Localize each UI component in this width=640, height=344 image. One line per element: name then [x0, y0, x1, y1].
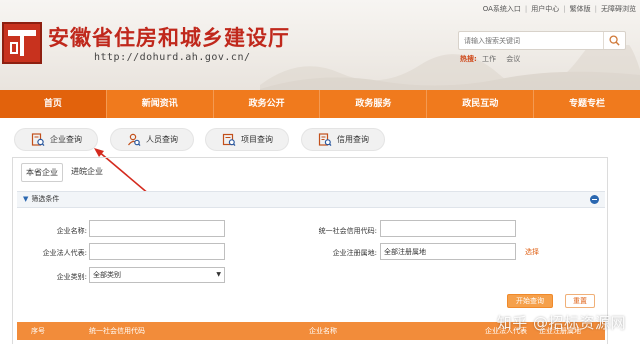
- hot-word[interactable]: 会议: [506, 55, 520, 63]
- collapse-icon[interactable]: [590, 195, 599, 204]
- filter-bar[interactable]: ▼ 筛选条件: [17, 191, 605, 208]
- tab-project-query[interactable]: 项目查询: [205, 128, 289, 151]
- top-links: OA系统入口 | 用户中心 | 繁体版 | 无障碍浏览: [482, 5, 636, 13]
- search-submit-button[interactable]: 开始查询: [507, 294, 553, 308]
- company-name-input[interactable]: [89, 220, 225, 237]
- select-location-link[interactable]: 选择: [525, 247, 539, 257]
- credit-search-icon: [318, 132, 332, 146]
- reset-button[interactable]: 重置: [565, 294, 595, 308]
- subtabs: 本省企业 进皖企业: [21, 163, 111, 182]
- search-box: [458, 31, 626, 50]
- col-credit-code: 统一社会信用代码: [89, 327, 145, 335]
- category-select[interactable]: 全部类别 ▼: [89, 267, 225, 283]
- col-index: 序号: [31, 327, 45, 335]
- tab-credit-query[interactable]: 信用查询: [301, 128, 385, 151]
- hot-word[interactable]: 工作: [482, 55, 496, 63]
- search-input[interactable]: [459, 32, 599, 49]
- search-button[interactable]: [603, 32, 625, 49]
- subtab-local-companies[interactable]: 本省企业: [21, 163, 63, 182]
- credit-code-label: 统一社会信用代码:: [318, 227, 377, 235]
- hot-searches: 热搜: 工作 会议: [460, 54, 528, 64]
- legal-rep-label: 企业法人代表:: [42, 249, 87, 257]
- nav-interaction[interactable]: 政民互动: [427, 90, 535, 118]
- filter-title: 筛选条件: [31, 195, 60, 203]
- col-company-name: 企业名称: [309, 327, 337, 335]
- top-link-oa[interactable]: OA系统入口: [483, 5, 521, 13]
- nav-special[interactable]: 专题专栏: [534, 90, 640, 118]
- tab-project-query-label: 项目查询: [241, 135, 273, 144]
- company-name-label: 企业名称:: [56, 227, 87, 235]
- tab-person-query-label: 人员查询: [146, 135, 178, 144]
- watermark: 知乎 @招标资源网: [496, 314, 626, 332]
- main-nav: 首页 新闻资讯 政务公开 政务服务 政民互动 专题专栏: [0, 90, 640, 118]
- credit-code-input[interactable]: [380, 220, 516, 237]
- tab-company-query[interactable]: 企业查询: [14, 128, 98, 151]
- site-url: http://dohurd.ah.gov.cn/: [94, 52, 251, 63]
- search-icon: [609, 35, 620, 46]
- site-title[interactable]: 安徽省住房和城乡建设厅: [48, 22, 290, 52]
- person-search-icon: [128, 133, 141, 146]
- tab-company-query-label: 企业查询: [50, 135, 82, 144]
- legal-rep-input[interactable]: [89, 243, 225, 260]
- reg-location-label: 企业注册属地:: [332, 249, 377, 257]
- landscape-decoration: [260, 45, 640, 90]
- hot-label: 热搜:: [460, 55, 477, 63]
- nav-home[interactable]: 首页: [0, 90, 107, 118]
- site-header: 安徽省住房和城乡建设厅 http://dohurd.ah.gov.cn/ OA系…: [0, 0, 640, 90]
- filter-icon: ▼: [23, 195, 29, 203]
- top-link-accessibility[interactable]: 无障碍浏览: [601, 5, 636, 13]
- top-link-traditional[interactable]: 繁体版: [570, 5, 591, 13]
- company-search-icon: [31, 132, 45, 146]
- top-link-user-center[interactable]: 用户中心: [531, 5, 559, 13]
- tab-credit-query-label: 信用查询: [337, 135, 369, 144]
- subtab-outside-companies[interactable]: 进皖企业: [67, 163, 107, 182]
- project-search-icon: [222, 133, 236, 146]
- reg-location-input[interactable]: [380, 243, 516, 260]
- chevron-down-icon: ▼: [216, 271, 221, 278]
- category-select-value: 全部类别: [93, 271, 121, 279]
- category-label: 企业类别:: [56, 273, 87, 281]
- nav-news[interactable]: 新闻资讯: [107, 90, 214, 118]
- nav-gov-info[interactable]: 政务公开: [214, 90, 321, 118]
- site-logo[interactable]: [2, 22, 42, 64]
- nav-gov-service[interactable]: 政务服务: [320, 90, 428, 118]
